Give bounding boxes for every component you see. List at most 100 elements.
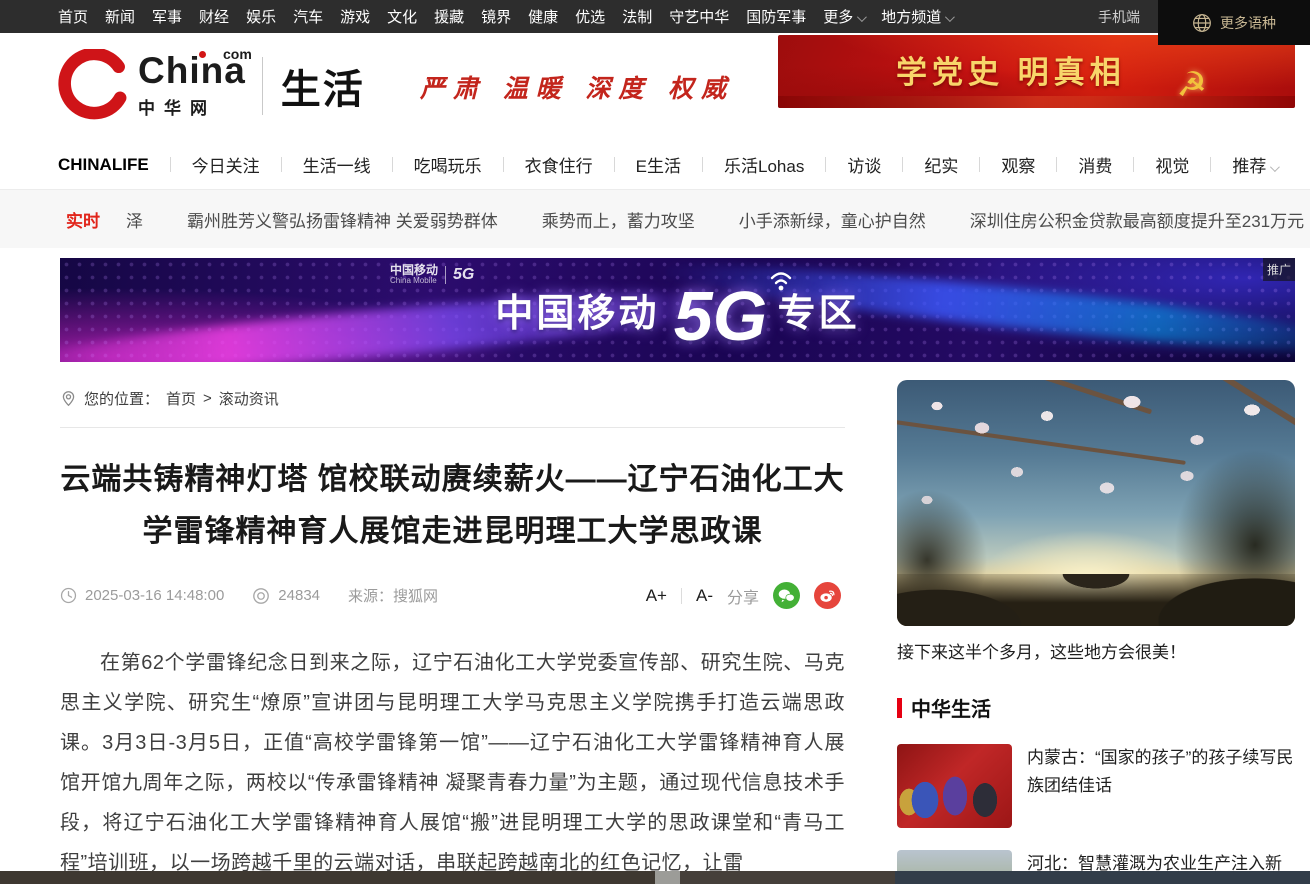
article-tools: A+ A- 分享 bbox=[646, 582, 845, 609]
subnav-documentary[interactable]: 纪实 bbox=[924, 152, 958, 177]
source-value: 来源：搜狐网 bbox=[348, 585, 438, 606]
subnav-interviews[interactable]: 访谈 bbox=[847, 152, 881, 177]
breadcrumb: 您的位置： 首页 > 滚动资讯 bbox=[60, 380, 845, 428]
subnav-e-life[interactable]: E生活 bbox=[636, 152, 681, 177]
clock-icon bbox=[60, 587, 77, 604]
channel-title: 生活 bbox=[281, 57, 365, 115]
main-content: 您的位置： 首页 > 滚动资讯 云端共铸精神灯塔 馆校联动赓续薪火——辽宁石油化… bbox=[0, 380, 1310, 884]
ticker-item[interactable]: 泽 bbox=[126, 207, 143, 232]
subnav-separator bbox=[392, 157, 393, 172]
breadcrumb-separator: > bbox=[203, 390, 212, 407]
header-ad-banner[interactable]: 学党史 明真相 ☭ bbox=[778, 35, 1295, 108]
china-com-logo-icon bbox=[56, 49, 134, 123]
subnav-consumption[interactable]: 消费 bbox=[1078, 152, 1112, 177]
top-nav-news[interactable]: 新闻 bbox=[105, 6, 135, 27]
top-nav-health[interactable]: 健康 bbox=[528, 6, 558, 27]
top-nav-games[interactable]: 游戏 bbox=[340, 6, 370, 27]
share-wechat-button[interactable] bbox=[773, 582, 800, 609]
subnav-visual[interactable]: 视觉 bbox=[1155, 152, 1189, 177]
subnav-separator bbox=[979, 157, 980, 172]
subnav-chinalife[interactable]: CHINALIFE bbox=[58, 155, 149, 175]
top-nav-crafts[interactable]: 守艺中华 bbox=[669, 6, 729, 27]
site-header: China com 中华网 生活 严肃 温暖 深度 权威 学党史 明真相 ☭ bbox=[0, 33, 1310, 140]
views-icon bbox=[252, 587, 270, 605]
top-bar: 首页 新闻 军事 财经 娱乐 汽车 游戏 文化 援藏 镜界 健康 优选 法制 守… bbox=[0, 0, 1310, 33]
top-nav-regional[interactable]: 地方频道 bbox=[881, 6, 952, 27]
sidebar-featured-image[interactable] bbox=[897, 380, 1295, 626]
article-meta: 2025-03-16 14:48:00 24834 来源：搜狐网 A+ A- bbox=[60, 582, 845, 609]
wechat-icon bbox=[778, 588, 795, 603]
ticker-item[interactable]: 乘势而上，蓄力攻坚 bbox=[542, 207, 695, 232]
top-nav-lens[interactable]: 镜界 bbox=[481, 6, 511, 27]
top-nav-home[interactable]: 首页 bbox=[58, 6, 88, 27]
article-source: 来源：搜狐网 bbox=[348, 585, 438, 606]
globe-icon bbox=[1192, 13, 1212, 33]
publish-time: 2025-03-16 14:48:00 bbox=[60, 587, 224, 604]
page: 首页 新闻 军事 财经 娱乐 汽车 游戏 文化 援藏 镜界 健康 优选 法制 守… bbox=[0, 0, 1310, 884]
font-increase-button[interactable]: A+ bbox=[646, 586, 667, 606]
font-decrease-button[interactable]: A- bbox=[696, 586, 713, 606]
live-news-ticker: 实时 泽 霸州胜芳义警弘扬雷锋精神 关爱弱势群体 乘势而上，蓄力攻坚 小手添新绿… bbox=[0, 190, 1310, 248]
top-nav-select[interactable]: 优选 bbox=[575, 6, 605, 27]
subnav-lohas[interactable]: 乐活Lohas bbox=[724, 152, 804, 177]
top-nav-military[interactable]: 军事 bbox=[152, 6, 182, 27]
top-nav-auto[interactable]: 汽车 bbox=[293, 6, 323, 27]
subnav-today-focus[interactable]: 今日关注 bbox=[192, 152, 260, 177]
subnav-recommended[interactable]: 推荐 bbox=[1232, 152, 1277, 177]
banner-title-5g: 5G bbox=[674, 277, 767, 355]
china-mobile-5g-ad-banner[interactable]: 中国移动 China Mobile 5G 中国移动 5G 专区 推广 bbox=[60, 258, 1295, 362]
wifi-icon bbox=[766, 268, 796, 292]
top-nav-more[interactable]: 更多 bbox=[823, 6, 864, 27]
subnav-eat-drink-play[interactable]: 吃喝玩乐 bbox=[414, 152, 482, 177]
top-nav-law[interactable]: 法制 bbox=[622, 6, 652, 27]
more-languages-button[interactable]: 更多语种 bbox=[1158, 0, 1310, 45]
subnav-separator bbox=[902, 157, 903, 172]
top-nav-culture[interactable]: 文化 bbox=[387, 6, 417, 27]
subnav-separator bbox=[503, 157, 504, 172]
subnav-separator bbox=[1056, 157, 1057, 172]
top-nav-entertainment[interactable]: 娱乐 bbox=[246, 6, 276, 27]
mobile-version-link[interactable]: 手机端 bbox=[1098, 7, 1140, 27]
chevron-down-icon bbox=[1270, 162, 1280, 172]
ad-ribbon-decoration bbox=[778, 96, 1295, 108]
article-body: 在第62个学雷锋纪念日到来之际，辽宁石油化工大学党委宣传部、研究生院、马克思主义… bbox=[60, 643, 845, 883]
brand-dot-icon bbox=[199, 51, 206, 58]
promo-tag: 推广 bbox=[1263, 258, 1295, 281]
breadcrumb-current-link[interactable]: 滚动资讯 bbox=[219, 388, 279, 409]
subnav-separator bbox=[1133, 157, 1134, 172]
weibo-icon bbox=[819, 588, 836, 603]
featured-image-caption[interactable]: 接下来这半个多月，这些地方会很美！ bbox=[897, 638, 1295, 663]
footer-strip-segment bbox=[0, 871, 655, 884]
footer-strip bbox=[0, 871, 1310, 884]
logo-divider bbox=[262, 57, 263, 115]
subnav-clothing-food-housing[interactable]: 衣食住行 bbox=[525, 152, 593, 177]
sidebar-news-item[interactable]: 内蒙古：“国家的孩子”的孩子续写民族团结佳话 bbox=[897, 744, 1295, 828]
footer-strip-segment bbox=[680, 871, 895, 884]
banner-title-suffix: 专区 bbox=[778, 293, 860, 335]
top-nav-finance[interactable]: 财经 bbox=[199, 6, 229, 27]
header-ad-title: 学党史 明真相 bbox=[896, 47, 1126, 92]
subnav-separator bbox=[614, 157, 615, 172]
subnav-life-frontline[interactable]: 生活一线 bbox=[303, 152, 371, 177]
site-logo[interactable]: China com 中华网 生活 bbox=[56, 49, 365, 123]
ticker-label: 实时 bbox=[66, 207, 100, 232]
breadcrumb-home-link[interactable]: 首页 bbox=[166, 388, 196, 409]
channel-nav: CHINALIFE 今日关注 生活一线 吃喝玩乐 衣食住行 E生活 乐活Loha… bbox=[0, 140, 1310, 190]
brand-cn: 中华网 bbox=[138, 94, 246, 119]
banner-title: 中国移动 5G 专区 bbox=[60, 276, 1295, 356]
chevron-down-icon bbox=[857, 12, 867, 22]
site-slogan: 严肃 温暖 深度 权威 bbox=[420, 69, 734, 105]
view-count-value: 24834 bbox=[278, 587, 320, 604]
chevron-down-icon bbox=[945, 12, 955, 22]
ticker-item[interactable]: 深圳住房公积金贷款最高额度提升至231万元 bbox=[970, 207, 1304, 232]
top-nav-aid-tibet[interactable]: 援藏 bbox=[434, 6, 464, 27]
footer-strip-segment bbox=[655, 871, 680, 884]
top-nav-defense[interactable]: 国防军事 bbox=[746, 6, 806, 27]
top-nav: 首页 新闻 军事 财经 娱乐 汽车 游戏 文化 援藏 镜界 健康 优选 法制 守… bbox=[58, 6, 952, 27]
view-count: 24834 bbox=[252, 587, 320, 605]
ticker-item[interactable]: 霸州胜芳义警弘扬雷锋精神 关爱弱势群体 bbox=[187, 207, 498, 232]
share-weibo-button[interactable] bbox=[814, 582, 841, 609]
ticker-item[interactable]: 小手添新绿，童心护自然 bbox=[739, 207, 926, 232]
brand-text: China com 中华网 bbox=[138, 54, 246, 119]
subnav-observation[interactable]: 观察 bbox=[1001, 152, 1035, 177]
